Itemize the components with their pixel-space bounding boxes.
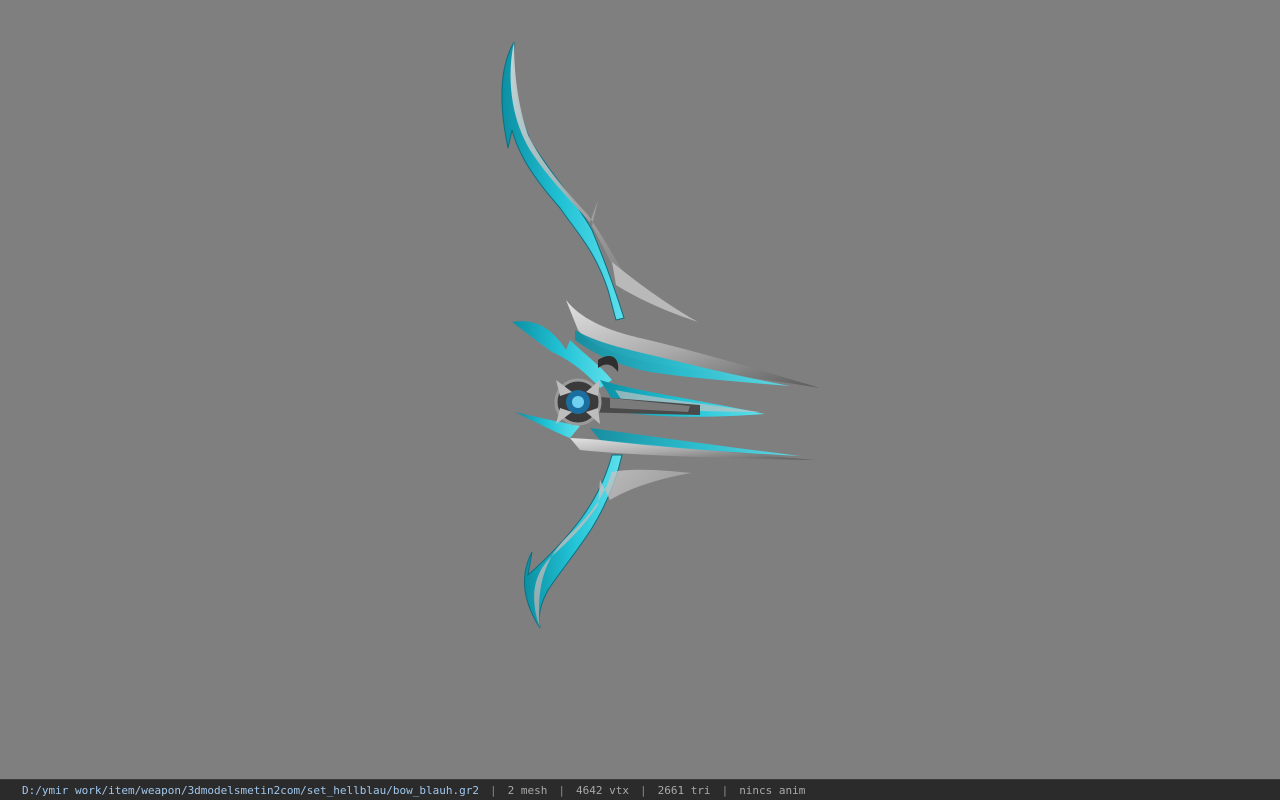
status-separator: | [639, 783, 647, 797]
model-viewport[interactable] [0, 0, 1280, 779]
vertex-count: 4642 vtx [575, 783, 629, 797]
bow-riser [512, 300, 820, 460]
status-separator: | [721, 783, 729, 797]
mesh-count: 2 mesh [507, 783, 548, 797]
animation-status: nincs anim [739, 783, 806, 797]
triangle-count: 2661 tri [657, 783, 711, 797]
bow-model[interactable] [0, 0, 1280, 779]
status-separator: | [489, 783, 497, 797]
file-path: D:/ymir work/item/weapon/3dmodelsmetin2c… [22, 783, 479, 797]
bow-upper-limb [501, 41, 698, 322]
status-bar: D:/ymir work/item/weapon/3dmodelsmetin2c… [0, 779, 1280, 800]
status-separator: | [558, 783, 565, 797]
bow-lower-limb [523, 454, 692, 629]
